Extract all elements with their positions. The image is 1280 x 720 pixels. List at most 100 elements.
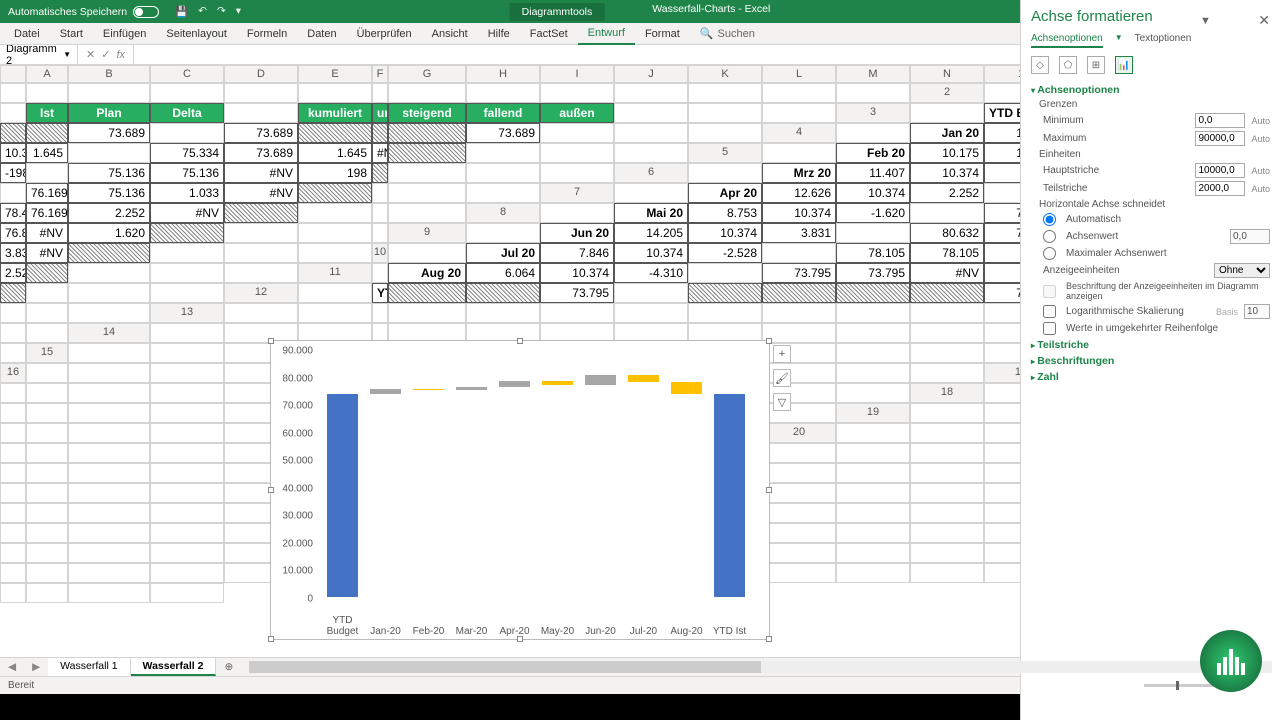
cell[interactable]: 75.334: [150, 143, 224, 163]
cell[interactable]: [68, 563, 150, 583]
horizontal-scrollbar[interactable]: [249, 661, 1272, 673]
cell[interactable]: [540, 163, 614, 183]
cell[interactable]: [910, 203, 984, 223]
cell[interactable]: [466, 163, 540, 183]
cell[interactable]: [762, 283, 836, 303]
cell[interactable]: 76.169: [26, 203, 68, 223]
cell[interactable]: Ist: [26, 103, 68, 123]
chart-bar[interactable]: [671, 394, 701, 597]
cell[interactable]: [26, 423, 68, 443]
cell[interactable]: [388, 203, 466, 223]
cell[interactable]: [836, 323, 910, 343]
cell[interactable]: [68, 523, 150, 543]
cell[interactable]: [150, 523, 224, 543]
cell[interactable]: [836, 343, 910, 363]
cell[interactable]: [372, 203, 388, 223]
cell[interactable]: 10.374: [0, 143, 26, 163]
cell[interactable]: [688, 163, 762, 183]
cell[interactable]: [372, 223, 388, 243]
cell[interactable]: [26, 463, 68, 483]
maximum-input[interactable]: [1195, 131, 1245, 146]
cell[interactable]: [910, 503, 984, 523]
cell[interactable]: [388, 123, 466, 143]
cell[interactable]: 78.105: [836, 243, 910, 263]
chart-bar[interactable]: [413, 390, 443, 597]
ribbon-tab-factset[interactable]: FactSet: [520, 23, 578, 45]
cell[interactable]: -4.310: [614, 263, 688, 283]
cell[interactable]: 1.645: [26, 143, 68, 163]
cell[interactable]: Delta: [150, 103, 224, 123]
cell[interactable]: 75.136: [68, 183, 150, 203]
ribbon-tab-einfügen[interactable]: Einfügen: [93, 23, 156, 45]
cell[interactable]: 75.136: [150, 163, 224, 183]
cell[interactable]: 2.252: [68, 203, 150, 223]
cell[interactable]: [614, 283, 688, 303]
cell[interactable]: 73.689: [224, 143, 298, 163]
cell[interactable]: [688, 103, 762, 123]
ribbon-tab-entwurf[interactable]: Entwurf: [578, 23, 635, 45]
cell[interactable]: [372, 123, 388, 143]
effects-icon[interactable]: ⬠: [1059, 65, 1077, 74]
cell[interactable]: [762, 463, 836, 483]
cell[interactable]: [26, 363, 68, 383]
confirm-icon[interactable]: ✓: [101, 48, 110, 61]
chart-bar[interactable]: [456, 387, 486, 390]
cell[interactable]: [540, 203, 614, 223]
chart-bar[interactable]: [542, 385, 572, 597]
cell[interactable]: [0, 463, 26, 483]
cell[interactable]: 3.831: [762, 223, 836, 243]
cell[interactable]: [68, 583, 150, 603]
cell[interactable]: [910, 483, 984, 503]
cell[interactable]: [688, 83, 762, 103]
cell[interactable]: [150, 323, 224, 343]
cell[interactable]: [836, 523, 910, 543]
cell[interactable]: [836, 543, 910, 563]
cell[interactable]: [26, 523, 68, 543]
ribbon-tab-seitenlayout[interactable]: Seitenlayout: [156, 23, 237, 45]
cell[interactable]: [150, 383, 224, 403]
cancel-icon[interactable]: ✕: [86, 48, 95, 61]
cell[interactable]: -2.528: [688, 243, 762, 263]
cell[interactable]: [68, 343, 150, 363]
crosses-max-radio[interactable]: [1043, 247, 1056, 260]
cell[interactable]: [614, 183, 688, 203]
ribbon-tab-ansicht[interactable]: Ansicht: [422, 23, 478, 45]
cell[interactable]: [614, 123, 688, 143]
cell[interactable]: 3.831: [0, 243, 26, 263]
sheet-nav-prev[interactable]: ◀: [0, 661, 24, 673]
cell[interactable]: [150, 583, 224, 603]
cell[interactable]: #NV: [224, 163, 298, 183]
cell[interactable]: [762, 563, 836, 583]
chart-elements-button[interactable]: +: [773, 345, 791, 363]
cell[interactable]: [910, 323, 984, 343]
cell[interactable]: [0, 583, 26, 603]
ribbon-tab-überprüfen[interactable]: Überprüfen: [347, 23, 422, 45]
cell[interactable]: [910, 443, 984, 463]
chart-bar[interactable]: [671, 382, 701, 394]
cell[interactable]: 14.205: [614, 223, 688, 243]
cell[interactable]: [298, 203, 372, 223]
cell[interactable]: 76.169: [26, 183, 68, 203]
save-icon[interactable]: 💾: [175, 5, 188, 18]
chart-filter-button[interactable]: ▽: [773, 393, 791, 411]
cell[interactable]: [836, 223, 910, 243]
chart-styles-button[interactable]: 🖌: [773, 369, 791, 387]
cell[interactable]: [762, 143, 836, 163]
cell[interactable]: [0, 103, 26, 123]
cell[interactable]: [836, 463, 910, 483]
cell[interactable]: 10.374: [688, 223, 762, 243]
cell[interactable]: [372, 163, 388, 183]
cell[interactable]: [298, 283, 372, 303]
cell[interactable]: -198: [0, 163, 26, 183]
cell[interactable]: 2.252: [910, 183, 984, 203]
axis-options-icon[interactable]: 📊: [1115, 65, 1133, 74]
cell[interactable]: [540, 143, 614, 163]
cell[interactable]: [372, 83, 388, 103]
cell[interactable]: [298, 223, 372, 243]
chevron-down-icon[interactable]: ▼: [63, 50, 71, 59]
cell[interactable]: [388, 283, 466, 303]
cell[interactable]: [910, 523, 984, 543]
cell[interactable]: [688, 303, 762, 323]
cell[interactable]: 76.801: [0, 223, 26, 243]
cell[interactable]: [0, 283, 26, 303]
